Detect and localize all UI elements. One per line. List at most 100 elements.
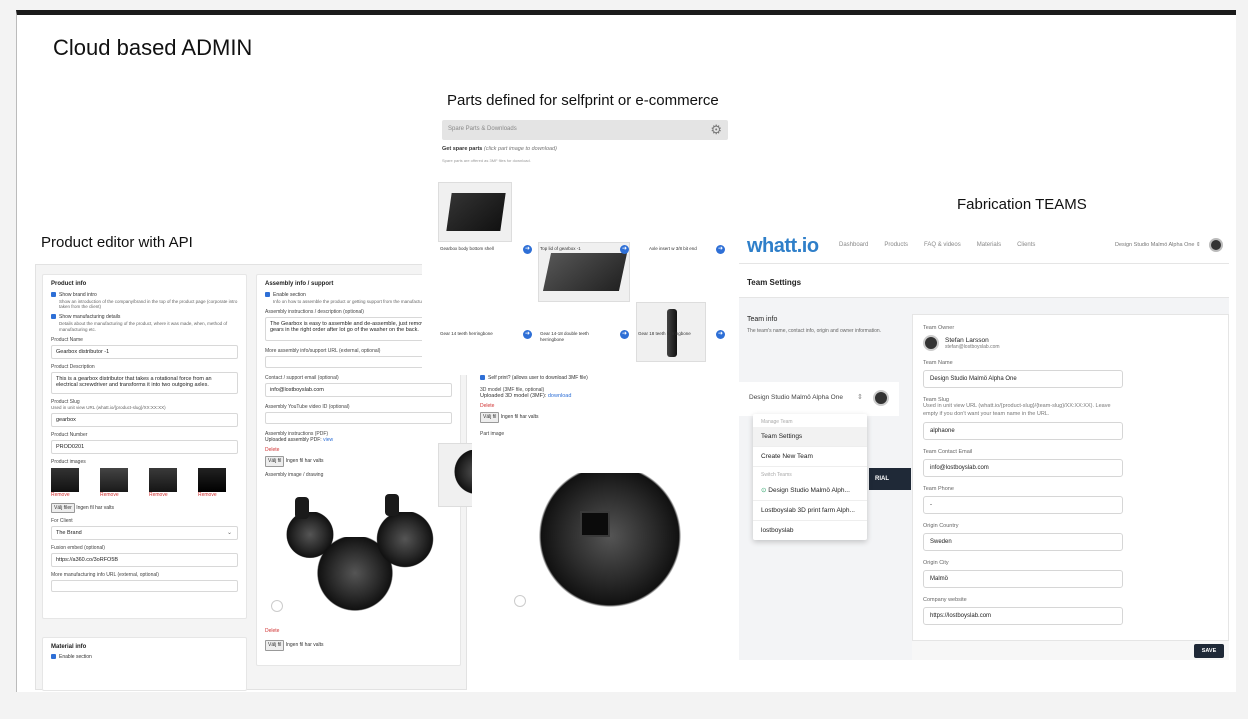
part-name: Gearbox body bottom shell (440, 246, 494, 251)
nav-materials[interactable]: Materials (977, 242, 1001, 248)
save-button[interactable]: SAVE (1194, 644, 1224, 658)
switch-team-item[interactable]: lostboyslab (753, 521, 867, 540)
arrow-right-icon[interactable]: ➜ (620, 330, 629, 339)
nav-products[interactable]: Products (884, 242, 908, 248)
show-brand-checkbox[interactable] (51, 292, 56, 298)
switch-teams-header: Switch Teams (761, 472, 792, 478)
product-image-thumb (149, 468, 177, 493)
material-enable-label: Enable section (59, 654, 92, 660)
whattio-logo[interactable]: whatt.io (747, 235, 819, 258)
nav-dashboard[interactable]: Dashboard (839, 242, 868, 248)
model-download-link[interactable]: download (548, 393, 572, 399)
part-name: Top lid of gearbox -1 (540, 246, 581, 251)
team-selector[interactable]: Design Studio Malmö Alpha One ⇕ (739, 382, 899, 416)
switch-team-item[interactable]: ⊙ Design Studio Malmö Alph... (753, 480, 867, 501)
assembly-enable-checkbox[interactable] (265, 292, 270, 298)
product-slug-input[interactable]: gearbox (51, 413, 238, 428)
image-choose-file-button[interactable]: Välj fil (265, 640, 285, 651)
remove-image-link[interactable]: Remove (149, 492, 189, 499)
owner-email: stefan@lostboyslab.com (945, 343, 1000, 350)
manage-team-header: Manage Team (761, 419, 793, 425)
page-title: Team Settings (747, 278, 802, 287)
part-render-icon (446, 193, 506, 231)
page-header: Team Settings (739, 264, 1229, 298)
material-enable-checkbox[interactable] (51, 654, 56, 660)
product-number-label: Product Number (51, 432, 88, 439)
team-switcher[interactable]: Design Studio Malmö Alpha One ⇕ (1115, 242, 1201, 248)
arrow-right-icon[interactable]: ➜ (716, 245, 725, 254)
settings-gear-icon[interactable]: ⚙ (710, 122, 722, 138)
nav-links: Dashboard Products FAQ & videos Material… (839, 242, 1051, 248)
team-info-desc: The team's name, contact info, origin an… (747, 328, 882, 334)
team-email-label: Team Contact Email (923, 449, 973, 456)
brand-watermark-icon (271, 599, 283, 612)
show-mfg-desc: Details about the manufacturing of the p… (59, 320, 228, 332)
selfprint-card: Self print? (allows user to download 3MF… (472, 373, 737, 673)
fusion-input[interactable]: https://a360.co/3oRFO5B (51, 553, 238, 568)
owner-name: Stefan Larsson (945, 336, 989, 344)
selfprint-checkbox[interactable] (480, 375, 485, 381)
check-circle-icon: ⊙ (761, 487, 767, 494)
team-dropdown: Manage Team Team Settings Create New Tea… (753, 414, 867, 540)
assembly-image-label: Assembly image / drawing (265, 471, 324, 478)
choose-files-button[interactable]: Välj filer (51, 502, 75, 514)
team-slug-input[interactable]: alphaone (923, 422, 1123, 441)
heading-cloud-admin: Cloud based ADMIN (53, 35, 253, 60)
pdf-choose-file-button[interactable]: Välj fil (265, 456, 285, 467)
product-info-title: Product info (51, 281, 87, 287)
team-phone-label: Team Phone (923, 486, 954, 493)
origin-city-input[interactable]: Malmö (923, 570, 1123, 589)
arrow-right-icon[interactable]: ➜ (523, 245, 532, 254)
part-render-icon (542, 253, 628, 291)
arrow-right-icon[interactable]: ➜ (620, 245, 629, 254)
more-url-input[interactable] (51, 580, 238, 593)
nav-faq[interactable]: FAQ & videos (924, 242, 961, 248)
axle-render-icon (295, 496, 309, 519)
model-delete-link[interactable]: Delete (480, 403, 737, 410)
show-mfg-checkbox[interactable] (51, 314, 56, 320)
pdf-uploaded-text: Uploaded assembly PDF: (265, 437, 322, 444)
team-form-card: Team Owner Stefan Larsson stefan@lostboy… (912, 314, 1229, 660)
remove-image-link[interactable]: Remove (100, 492, 140, 499)
image-no-file-text: Ingen fil har valts (285, 642, 324, 649)
heading-teams: Fabrication TEAMS (957, 196, 1087, 213)
nav-clients[interactable]: Clients (1017, 242, 1035, 248)
team-email-input[interactable]: info@lostboyslab.com (923, 459, 1123, 478)
model-choose-file-button[interactable]: Välj fil (480, 412, 500, 423)
switch-team-item[interactable]: Lostboyslab 3D print farm Alph... (753, 501, 867, 521)
part-thumbnail[interactable] (438, 182, 512, 242)
owner-avatar (923, 335, 939, 351)
arrow-right-icon[interactable]: ➜ (523, 330, 532, 339)
product-name-input[interactable]: Gearbox distributor -1 (51, 345, 238, 360)
tutorial-button[interactable]: RIAL (869, 468, 911, 490)
chevron-updown-icon: ⇕ (857, 394, 863, 401)
remove-image-link[interactable]: Remove (51, 492, 91, 499)
team-owner: Stefan Larsson stefan@lostboyslab.com (923, 335, 1218, 351)
team-slug-hint: Used in unit view URL (whatt.io/{product… (923, 403, 1111, 417)
pdf-delete-link[interactable]: Delete (265, 447, 452, 454)
user-avatar[interactable] (1209, 238, 1223, 252)
image-delete-link[interactable]: Delete (265, 628, 452, 635)
product-number-input[interactable]: PROD0201 (51, 440, 238, 455)
parts-search-placeholder: Spare Parts & Downloads (448, 126, 517, 132)
team-settings-item[interactable]: Team Settings (753, 427, 867, 447)
pdf-view-link[interactable]: view (323, 437, 333, 443)
origin-country-input[interactable]: Sweden (923, 533, 1123, 552)
model-no-file-text: Ingen fil har valts (500, 414, 539, 421)
team-phone-input[interactable]: - (923, 496, 1123, 515)
website-input[interactable]: https://lostboyslab.com (923, 607, 1123, 626)
remove-image-link[interactable]: Remove (198, 492, 238, 499)
team-name-input[interactable]: Design Studio Malmö Alpha One (923, 370, 1123, 388)
client-select[interactable]: The Brand ⌄ (51, 526, 238, 541)
teams-app: whatt.io Dashboard Products FAQ & videos… (739, 228, 1229, 660)
product-desc-textarea[interactable]: This is a gearbox distributor that takes… (51, 372, 238, 395)
arrow-right-icon[interactable]: ➜ (716, 330, 725, 339)
chevron-updown-icon: ⇕ (1196, 242, 1201, 248)
support-email-input[interactable]: info@lostboyslab.com (265, 383, 452, 398)
create-team-item[interactable]: Create New Team (753, 447, 867, 467)
product-info-card: Product info Show brand intro Show an in… (42, 274, 247, 619)
client-label: For Client (51, 518, 73, 525)
parts-search-bar[interactable]: Spare Parts & Downloads ⚙ (442, 120, 728, 140)
youtube-input[interactable] (265, 412, 452, 425)
show-brand-label: Show brand intro (59, 292, 97, 298)
